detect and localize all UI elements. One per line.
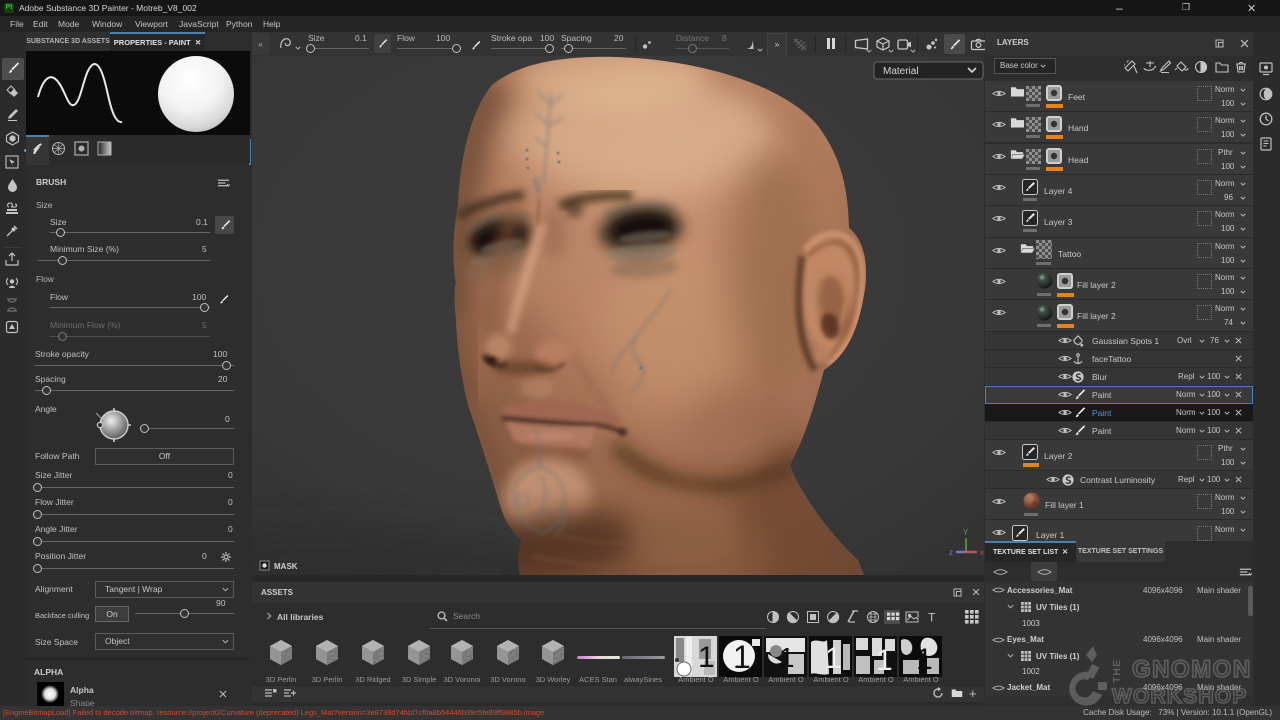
svg-text:z: z [949, 548, 953, 557]
svg-text:3D Perlin: 3D Perlin [312, 675, 343, 684]
svg-text:1: 1 [876, 644, 893, 677]
svg-text:WORKSHOP: WORKSHOP [1112, 685, 1248, 708]
svg-text:T: T [928, 611, 936, 625]
svg-text:Material: Material [883, 66, 919, 77]
svg-text:3D Ridged: 3D Ridged [355, 675, 390, 684]
svg-text:Y: Y [963, 528, 969, 537]
svg-text:alwaySines: alwaySines [624, 675, 662, 684]
svg-text:ACES Stan: ACES Stan [579, 675, 617, 684]
svg-text:3D Perlin: 3D Perlin [266, 675, 297, 684]
svg-text:3D Worley: 3D Worley [536, 675, 571, 684]
svg-text:1: 1 [825, 642, 842, 675]
svg-text:x: x [980, 548, 984, 557]
svg-text:MASK: MASK [274, 562, 298, 571]
svg-text:1: 1 [733, 639, 751, 675]
svg-text:3D Simple: 3D Simple [402, 675, 437, 684]
svg-text:1: 1 [916, 643, 933, 676]
svg-text:3D Voronoi: 3D Voronoi [443, 675, 480, 684]
svg-text:THE: THE [1111, 659, 1123, 683]
svg-text:GNOMON: GNOMON [1132, 656, 1252, 683]
svg-text:1: 1 [698, 641, 715, 674]
svg-text:3D Vorono: 3D Vorono [490, 675, 525, 684]
svg-text:1: 1 [779, 642, 795, 673]
